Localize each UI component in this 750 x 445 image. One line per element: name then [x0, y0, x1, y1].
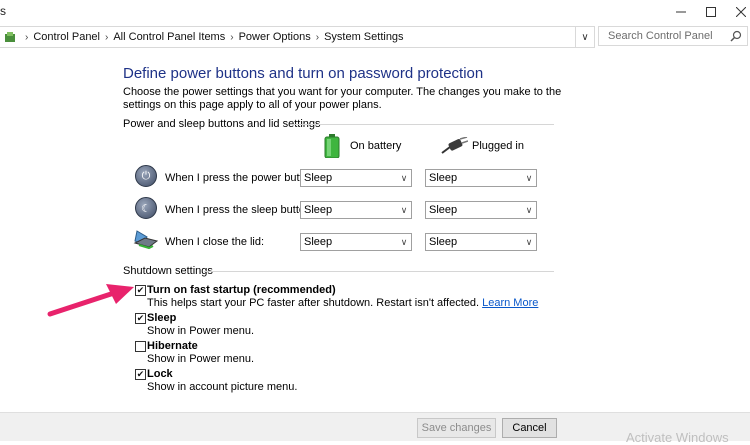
search-icon — [730, 30, 742, 45]
address-history-button[interactable]: ∨ — [576, 26, 595, 48]
hibernate-option-description: Show in Power menu. — [147, 353, 254, 365]
sleep-button-icon: ☾ — [135, 197, 157, 219]
checkmark-icon: ✔ — [136, 285, 145, 295]
breadcrumb-all-items[interactable]: All Control Panel Items — [113, 31, 225, 43]
sleep-button-battery-select[interactable]: Sleep ∨ — [300, 201, 412, 219]
shutdown-section-label: Shutdown settings — [123, 265, 213, 277]
learn-more-link[interactable]: Learn More — [482, 297, 538, 309]
section-divider — [290, 124, 554, 125]
battery-icon — [324, 134, 340, 161]
power-button-plugged-select[interactable]: Sleep ∨ — [425, 169, 537, 187]
activate-windows-watermark: Activate Windows — [626, 430, 729, 445]
sleep-checkbox[interactable]: ✔ — [135, 313, 146, 324]
minimize-icon — [676, 11, 686, 13]
column-on-battery: On battery — [350, 140, 402, 152]
select-value: Sleep — [304, 204, 333, 216]
select-value: Sleep — [304, 172, 333, 184]
row-label-close-lid: When I close the lid: — [165, 236, 265, 248]
chevron-down-icon: ∨ — [400, 172, 408, 183]
window-title: s — [0, 4, 6, 18]
lock-option-description: Show in account picture menu. — [147, 381, 298, 393]
laptop-lid-icon — [133, 229, 159, 254]
fast-startup-desc-text: This helps start your PC faster after sh… — [147, 297, 480, 309]
checkmark-icon: ✔ — [136, 313, 145, 323]
select-value: Sleep — [429, 236, 458, 248]
select-value: Sleep — [429, 204, 458, 216]
chevron-down-icon: ∨ — [581, 31, 589, 43]
column-plugged-in: Plugged in — [472, 140, 524, 152]
close-icon — [736, 7, 746, 17]
address-bar[interactable]: › Control Panel › All Control Panel Item… — [0, 26, 576, 48]
control-panel-icon — [4, 31, 16, 43]
breadcrumb-power-options[interactable]: Power Options — [239, 31, 311, 43]
annotation-arrow-icon — [47, 284, 134, 317]
chevron-down-icon: ∨ — [400, 236, 408, 247]
power-button-battery-select[interactable]: Sleep ∨ — [300, 169, 412, 187]
fast-startup-description: This helps start your PC faster after sh… — [147, 297, 538, 309]
search-placeholder: Search Control Panel — [608, 30, 713, 42]
power-button-icon: ⏻ — [135, 165, 157, 187]
lock-option-label[interactable]: Lock — [147, 368, 173, 380]
chevron-right-icon[interactable]: › — [316, 32, 319, 43]
row-label-sleep-button: When I press the sleep button: — [165, 204, 315, 216]
chevron-right-icon[interactable]: › — [105, 32, 108, 43]
chevron-right-icon[interactable]: › — [230, 32, 233, 43]
chevron-down-icon: ∨ — [400, 204, 408, 215]
breadcrumb-system-settings[interactable]: System Settings — [324, 31, 403, 43]
cancel-button[interactable]: Cancel — [502, 418, 557, 438]
maximize-button[interactable] — [696, 0, 726, 24]
select-value: Sleep — [429, 172, 458, 184]
hibernate-checkbox[interactable] — [135, 341, 146, 352]
chevron-down-icon: ∨ — [525, 172, 533, 183]
page-title: Define power buttons and turn on passwor… — [123, 65, 484, 82]
checkmark-icon: ✔ — [136, 369, 145, 379]
title-bar — [0, 0, 750, 24]
save-changes-button[interactable]: Save changes — [417, 418, 496, 438]
maximize-icon — [706, 7, 716, 17]
close-window-button[interactable] — [726, 0, 750, 24]
hibernate-option-label[interactable]: Hibernate — [147, 340, 198, 352]
close-lid-plugged-select[interactable]: Sleep ∨ — [425, 233, 537, 251]
section-divider — [204, 271, 554, 272]
row-label-power-button: When I press the power button: — [165, 172, 318, 184]
chevron-down-icon: ∨ — [525, 236, 533, 247]
search-input[interactable]: Search Control Panel — [598, 26, 748, 46]
power-plug-icon — [440, 136, 469, 158]
sleep-option-label[interactable]: Sleep — [147, 312, 176, 324]
sleep-option-description: Show in Power menu. — [147, 325, 254, 337]
fast-startup-checkbox[interactable]: ✔ — [135, 285, 146, 296]
sleep-button-plugged-select[interactable]: Sleep ∨ — [425, 201, 537, 219]
chevron-right-icon: › — [25, 31, 29, 43]
close-lid-battery-select[interactable]: Sleep ∨ — [300, 233, 412, 251]
breadcrumb-control-panel[interactable]: Control Panel — [33, 31, 100, 43]
lock-checkbox[interactable]: ✔ — [135, 369, 146, 380]
page-description: Choose the power settings that you want … — [123, 86, 562, 111]
minimize-button[interactable] — [666, 0, 696, 24]
chevron-down-icon: ∨ — [525, 204, 533, 215]
select-value: Sleep — [304, 236, 333, 248]
fast-startup-label[interactable]: Turn on fast startup (recommended) — [147, 284, 336, 296]
